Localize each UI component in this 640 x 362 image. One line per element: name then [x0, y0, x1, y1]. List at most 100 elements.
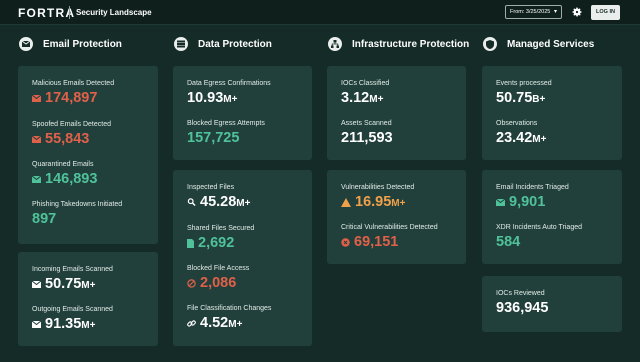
metric-number: 23.42	[496, 130, 533, 146]
metric-label: Outgoing Emails Scanned	[32, 306, 113, 313]
metric-value: 174,897	[32, 90, 114, 106]
metric-number: 50.75	[45, 276, 82, 292]
metric-file-classification: File Classification Changes 4.52 M+	[187, 305, 271, 331]
metric-label: Vulnerabilities Detected	[341, 184, 415, 191]
metric-value: 897	[32, 211, 122, 227]
date-filter-label: From: 3/25/2025	[510, 9, 551, 15]
data-files-card: Inspected Files 45.28 M+ Shared Files Sec…	[173, 170, 312, 346]
metric-label: Phishing Takedowns Initiated	[32, 201, 123, 208]
metric-value: 55,843	[32, 131, 111, 147]
date-filter-select[interactable]: From: 3/25/2025 ▾	[505, 5, 562, 19]
envelope-icon	[32, 135, 41, 143]
metric-value: 584	[496, 234, 582, 250]
metric-label: Inspected Files	[187, 184, 235, 191]
page-title: Security Landscape	[76, 8, 152, 17]
metric-value: 2,086	[187, 275, 249, 291]
metric-suffix: M+	[532, 134, 547, 145]
metric-value: 3.12 M+	[341, 90, 389, 106]
metric-blocked-egress: Blocked Egress Attempts 157,725	[187, 120, 265, 146]
section-title: Data Protection	[198, 38, 272, 50]
metric-incoming-emails: Incoming Emails Scanned 50.75 M+	[32, 266, 113, 292]
metric-suffix: M+	[369, 94, 384, 105]
metric-value: 157,725	[187, 130, 265, 146]
metric-iocs-reviewed: IOCs Reviewed 936,945	[496, 290, 548, 316]
metric-number: 45.28	[200, 194, 237, 210]
metric-quarantined-emails: Quarantined Emails 146,893	[32, 161, 97, 187]
metric-value: 69,151	[341, 234, 438, 250]
metric-label: Assets Scanned	[341, 120, 392, 127]
envelope-icon	[32, 320, 41, 328]
metric-label: Events processed	[496, 80, 552, 87]
metric-label: Shared Files Secured	[187, 225, 255, 232]
metric-number: 146,893	[45, 171, 98, 187]
metric-vulnerabilities: Vulnerabilities Detected 16.95 M+	[341, 184, 414, 210]
metric-number: 3.12	[341, 90, 370, 106]
gear-icon[interactable]	[571, 6, 583, 18]
metric-label: Observations	[496, 120, 538, 127]
email-scanned-card: Incoming Emails Scanned 50.75 M+ Outgoing…	[18, 252, 158, 346]
login-button[interactable]: LOG IN	[591, 5, 620, 20]
metric-blocked-file-access: Blocked File Access 2,086	[187, 265, 249, 291]
envelope-icon	[32, 94, 41, 102]
metric-suffix: M+	[236, 198, 251, 209]
metric-value: 4.52 M+	[187, 315, 271, 331]
metric-label: Data Egress Confirmations	[187, 80, 271, 87]
metric-label: Blocked File Access	[187, 265, 250, 272]
metric-suffix: M+	[228, 319, 243, 330]
metric-value: 10.93 M+	[187, 90, 271, 106]
shield-icon	[483, 37, 497, 51]
metric-value: 45.28 M+	[187, 194, 250, 210]
metric-label: Blocked Egress Attempts	[187, 120, 265, 127]
metric-xdr-incidents: XDR Incidents Auto Triaged 584	[496, 224, 582, 250]
metric-number: 50.75	[496, 90, 533, 106]
metric-shared-files: Shared Files Secured 2,692	[187, 225, 254, 251]
envelope-icon	[32, 280, 41, 288]
metric-label: IOCs Classified	[341, 80, 390, 87]
envelope-icon	[32, 175, 41, 183]
metric-observations: Observations 23.42 M+	[496, 120, 546, 146]
metric-label: Email Incidents Triaged	[496, 184, 569, 191]
header-divider	[69, 6, 70, 19]
metric-value: 91.35 M+	[32, 316, 113, 332]
section-email-protection: Email Protection	[19, 36, 122, 52]
metric-assets-scanned: Assets Scanned 211,593	[341, 120, 393, 146]
email-threats-card: Malicious Emails Detected 174,897 Spoofe…	[18, 66, 158, 244]
infra-assets-card: IOCs Classified 3.12 M+ Assets Scanned 21…	[327, 66, 466, 160]
metric-label: Incoming Emails Scanned	[32, 266, 113, 273]
metric-events-processed: Events processed 50.75 B+	[496, 80, 552, 106]
metric-egress-confirmations: Data Egress Confirmations 10.93 M+	[187, 80, 271, 106]
section-title: Email Protection	[43, 38, 122, 50]
metric-label: Malicious Emails Detected	[32, 80, 115, 87]
metric-label: IOCs Reviewed	[496, 290, 545, 297]
envelope-icon	[19, 37, 33, 51]
metric-iocs-classified: IOCs Classified 3.12 M+	[341, 80, 389, 106]
metric-critical-vulnerabilities: Critical Vulnerabilities Detected 69,151	[341, 224, 438, 250]
metric-label: Quarantined Emails	[32, 161, 94, 168]
top-bar: FORTRA Security Landscape From: 3/25/202…	[0, 0, 640, 25]
metric-label: Spoofed Emails Detected	[32, 121, 111, 128]
section-data-protection: Data Protection	[174, 36, 272, 52]
chevron-down-icon: ▾	[553, 9, 557, 15]
metric-value: 23.42 M+	[496, 130, 546, 146]
metric-number: 584	[496, 234, 521, 250]
metric-malicious-emails: Malicious Emails Detected 174,897	[32, 80, 114, 106]
fortra-logo[interactable]: FORTRA	[18, 6, 75, 20]
metric-value: 50.75 B+	[496, 90, 552, 106]
metric-number: 16.95	[355, 194, 392, 210]
file-icon	[187, 238, 194, 248]
metric-inspected-files: Inspected Files 45.28 M+	[187, 184, 250, 210]
metric-number: 211,593	[341, 130, 393, 146]
metric-value: 9,901	[496, 194, 569, 210]
metric-number: 4.52	[200, 315, 229, 331]
metric-number: 174,897	[45, 90, 98, 106]
metric-value: 146,893	[32, 171, 97, 187]
metric-email-incidents: Email Incidents Triaged 9,901	[496, 184, 569, 210]
metric-number: 2,692	[198, 235, 235, 251]
search-icon	[187, 198, 196, 206]
metric-label: File Classification Changes	[187, 305, 272, 312]
metric-number: 91.35	[45, 316, 82, 332]
metric-label: XDR Incidents Auto Triaged	[496, 224, 582, 231]
metric-value: 16.95 M+	[341, 194, 414, 210]
metric-number: 9,901	[509, 194, 546, 210]
metric-number: 55,843	[45, 131, 90, 147]
